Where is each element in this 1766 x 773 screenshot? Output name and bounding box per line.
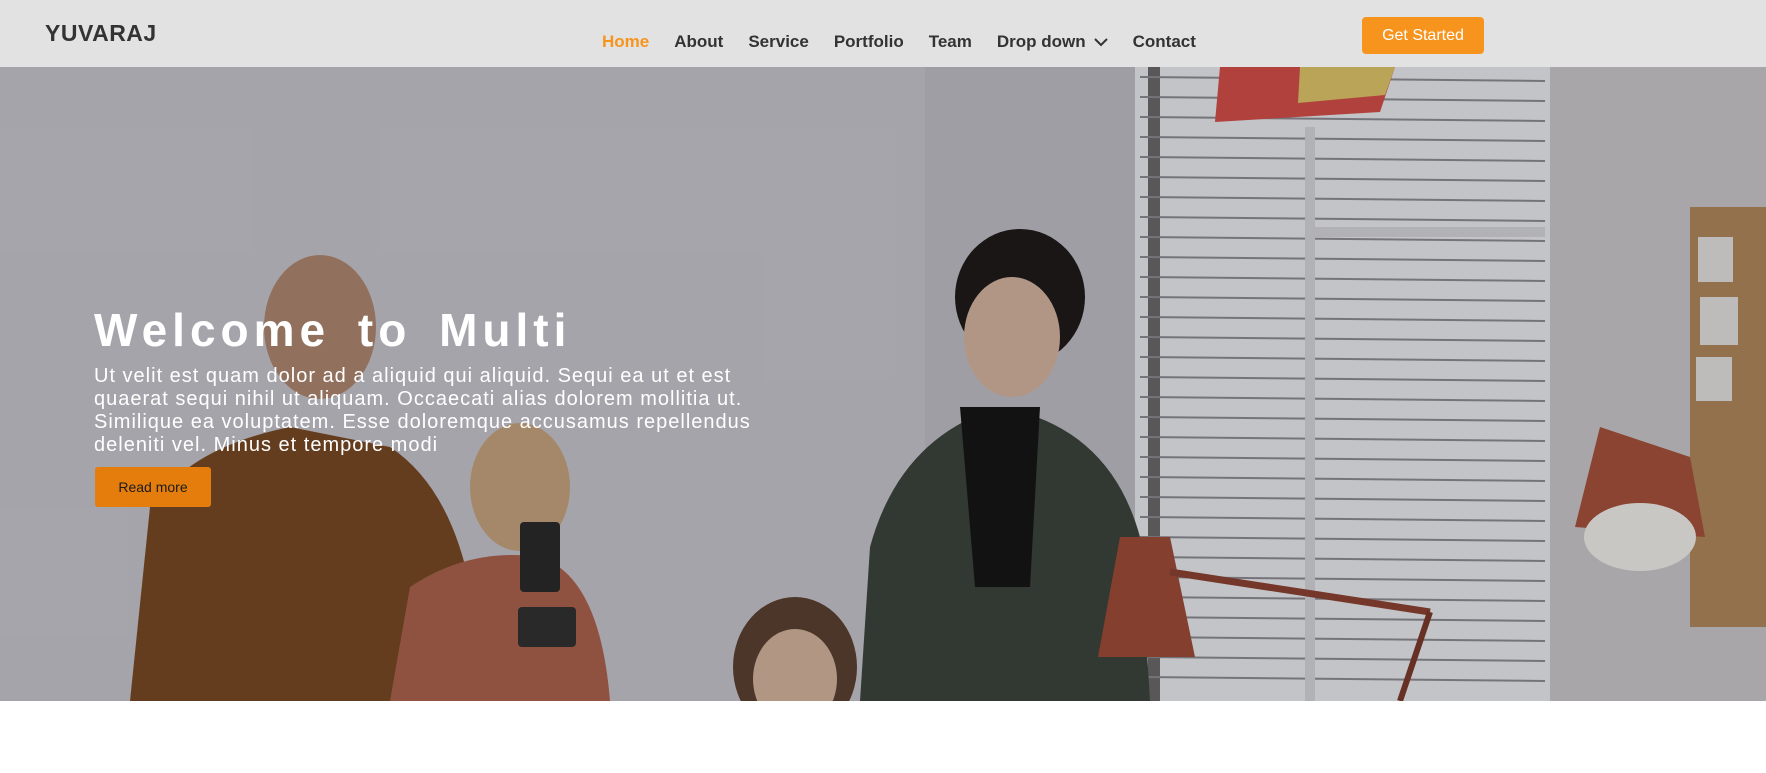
nav-home[interactable]: Home [602,32,649,52]
nav-service[interactable]: Service [748,32,809,52]
nav-dropdown-label: Drop down [996,32,1086,51]
nav-dropdown[interactable]: Drop down [997,32,1108,52]
nav-contact[interactable]: Contact [1133,32,1196,52]
read-more-button[interactable]: Read more [95,467,211,507]
nav-portfolio[interactable]: Portfolio [834,32,904,52]
nav-service-label: Service [748,32,809,51]
get-started-button[interactable]: Get Started [1362,17,1484,54]
hero-section: Welcome to Multi Ut velit est quam dolor… [0,67,1766,701]
nav-team[interactable]: Team [929,32,972,52]
main-nav: Home About Service Portfolio Team Drop d… [602,31,1221,53]
nav-portfolio-label: Portfolio [833,32,904,51]
site-header: YUVARAJ Home About Service Portfolio Tea… [0,0,1766,67]
chevron-down-icon [1093,38,1108,47]
nav-about[interactable]: About [674,32,723,52]
nav-home-label: Home [602,32,650,51]
hero-description: Ut velit est quam dolor ad a aliquid qui… [94,365,751,456]
brand-logo[interactable]: YUVARAJ [45,20,157,47]
nav-team-label: Team [928,32,972,51]
nav-contact-label: Contact [1132,32,1196,51]
nav-about-label: About [674,32,724,51]
hero-title: Welcome to Multi [94,304,572,356]
